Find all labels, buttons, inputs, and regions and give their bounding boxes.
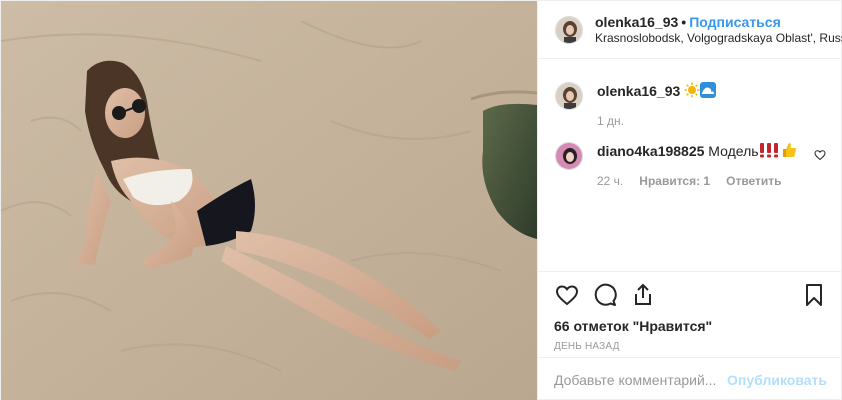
author-username[interactable]: olenka16_93 [595, 14, 678, 30]
post-photo[interactable] [1, 1, 537, 400]
caption-row: olenka16_93 1 дн. [555, 82, 717, 130]
reply-button[interactable]: Ответить [726, 172, 781, 190]
share-icon[interactable] [630, 282, 656, 308]
likes-count[interactable]: 66 отметок "Нравится" [554, 318, 827, 334]
publish-button[interactable]: Опубликовать [727, 372, 827, 388]
comment-icon[interactable] [592, 282, 618, 308]
post-header: olenka16_93 • Подписаться Krasnoslobodsk, … [538, 1, 842, 59]
instagram-post: olenka16_93 • Подписаться Krasnoslobodsk, … [0, 0, 842, 400]
sun-emoji [684, 82, 700, 102]
separator-dot: • [681, 13, 687, 30]
follow-button[interactable]: Подписаться [689, 14, 781, 30]
post-side-panel: olenka16_93 • Подписаться Krasnoslobodsk, … [537, 1, 842, 400]
caption-avatar[interactable] [555, 82, 583, 110]
comments-section: olenka16_93 1 дн. diano4ka198825 Модель … [538, 60, 842, 270]
commenter-username[interactable]: diano4ka198825 [597, 143, 704, 159]
comment-input[interactable]: Добавьте комментарий... [554, 372, 727, 388]
commenter-avatar[interactable] [555, 142, 583, 170]
bookmark-icon[interactable] [801, 282, 827, 308]
post-actions: 66 отметок "Нравится" ДЕНЬ НАЗАД [538, 271, 842, 352]
comment-text: Модель [708, 143, 759, 159]
author-avatar[interactable] [555, 15, 583, 44]
comment-likes[interactable]: Нравится: 1 [639, 172, 710, 190]
exclamation-marks-emoji [759, 142, 781, 162]
add-comment-bar: Добавьте комментарий... Опубликовать [538, 357, 842, 400]
comment-time[interactable]: 22 ч. [597, 172, 623, 190]
post-time[interactable]: ДЕНЬ НАЗАД [554, 341, 827, 352]
comment-like-heart-icon[interactable] [814, 149, 826, 161]
beach-photo-illustration [1, 1, 537, 400]
thumbs-up-emoji [781, 142, 797, 162]
caption-username[interactable]: olenka16_93 [597, 83, 680, 99]
heart-icon[interactable] [554, 282, 580, 308]
post-location[interactable]: Krasnoslobodsk, Volgogradskaya Oblast', … [595, 30, 842, 46]
wave-emoji [700, 82, 717, 102]
comment-row: diano4ka198825 Модель 22 ч. Нравится: 1 … [555, 142, 797, 190]
caption-time[interactable]: 1 дн. [597, 112, 624, 130]
